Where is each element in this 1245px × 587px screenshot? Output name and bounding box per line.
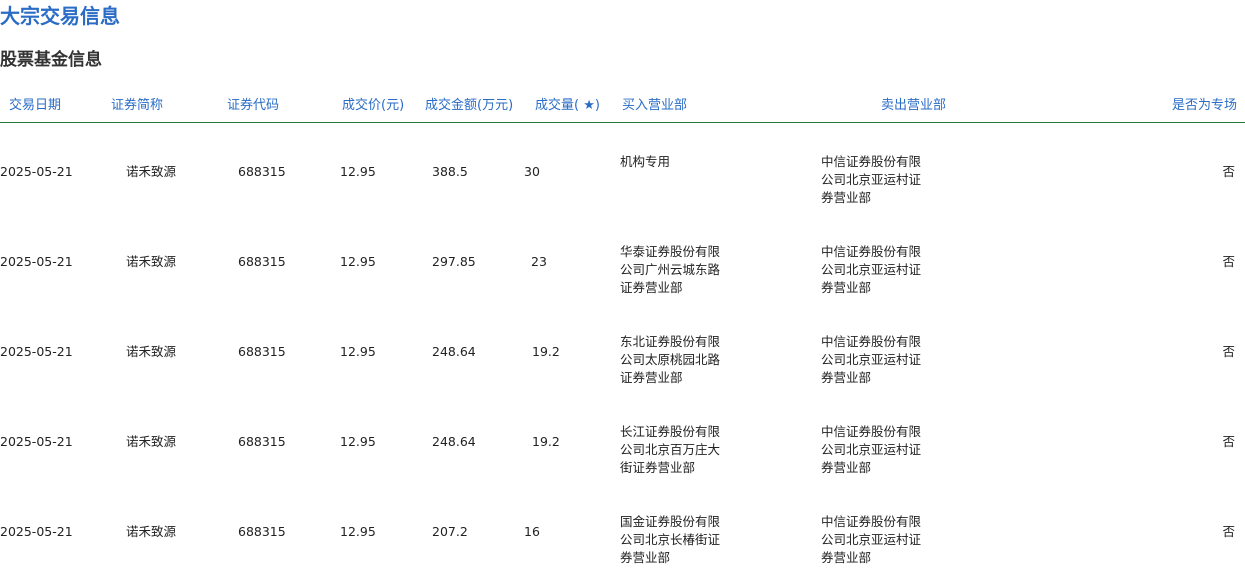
header-date[interactable]: 交易日期 xyxy=(9,96,61,116)
cell-code[interactable]: 688315 xyxy=(238,343,286,361)
cell-buyer: 机构专用 xyxy=(620,154,671,169)
cell-volume: 30 xyxy=(524,164,540,179)
header-buyer[interactable]: 买入营业部 xyxy=(622,96,687,116)
cell-seller: 中信证券股份有限公司北京亚运村证券营业部 xyxy=(821,424,922,475)
cell-seller: 中信证券股份有限公司北京亚运村证券营业部 xyxy=(821,244,922,295)
cell-price: 12.95 xyxy=(340,524,376,539)
header-amount[interactable]: 成交金额(万元) xyxy=(425,96,513,116)
header-name[interactable]: 证券简称 xyxy=(111,96,163,116)
cell-amount: 248.64 xyxy=(432,434,476,449)
header-price[interactable]: 成交价(元) xyxy=(342,96,404,116)
table-row: 2025-05-21 诺禾致源 688315 12.95 248.64 19.2… xyxy=(0,317,1245,407)
section-title: 股票基金信息 xyxy=(0,50,102,70)
cell-volume: 16 xyxy=(524,524,540,539)
cell-name[interactable]: 诺禾致源 xyxy=(126,343,176,361)
cell-code[interactable]: 688315 xyxy=(238,253,286,271)
cell-buyer: 长江证券股份有限公司北京百万庄大街证券营业部 xyxy=(620,424,721,475)
cell-price: 12.95 xyxy=(340,254,376,269)
cell-buyer: 国金证券股份有限公司北京长椿街证券营业部 xyxy=(620,514,721,565)
table-row: 2025-05-21 诺禾致源 688315 12.95 388.5 30 机构… xyxy=(0,137,1245,227)
cell-date: 2025-05-21 xyxy=(0,434,73,449)
cell-name[interactable]: 诺禾致源 xyxy=(126,433,176,451)
cell-special: 否 xyxy=(1222,344,1235,359)
cell-name[interactable]: 诺禾致源 xyxy=(126,523,176,541)
cell-amount: 248.64 xyxy=(432,344,476,359)
cell-amount: 388.5 xyxy=(432,164,468,179)
cell-seller: 中信证券股份有限公司北京亚运村证券营业部 xyxy=(821,154,922,205)
cell-code[interactable]: 688315 xyxy=(238,433,286,451)
cell-special: 否 xyxy=(1222,164,1235,179)
cell-code[interactable]: 688315 xyxy=(238,163,286,181)
table-header: 交易日期 证券简称 证券代码 成交价(元) 成交金额(万元) 成交量( ★) 买… xyxy=(0,96,1245,123)
page-title: 大宗交易信息 xyxy=(0,4,120,28)
table-row: 2025-05-21 诺禾致源 688315 12.95 248.64 19.2… xyxy=(0,407,1245,497)
cell-price: 12.95 xyxy=(340,164,376,179)
cell-amount: 297.85 xyxy=(432,254,476,269)
cell-name[interactable]: 诺禾致源 xyxy=(126,163,176,181)
cell-seller: 中信证券股份有限公司北京亚运村证券营业部 xyxy=(821,514,922,565)
cell-volume: 19.2 xyxy=(532,434,560,449)
cell-volume: 19.2 xyxy=(532,344,560,359)
cell-amount: 207.2 xyxy=(432,524,468,539)
cell-special: 否 xyxy=(1222,524,1235,539)
header-special[interactable]: 是否为专场 xyxy=(1172,96,1237,116)
cell-special: 否 xyxy=(1222,254,1235,269)
cell-date: 2025-05-21 xyxy=(0,164,73,179)
header-seller[interactable]: 卖出营业部 xyxy=(881,96,946,116)
table-row: 2025-05-21 诺禾致源 688315 12.95 297.85 23 华… xyxy=(0,227,1245,317)
cell-code[interactable]: 688315 xyxy=(238,523,286,541)
cell-name[interactable]: 诺禾致源 xyxy=(126,253,176,271)
cell-special: 否 xyxy=(1222,434,1235,449)
cell-date: 2025-05-21 xyxy=(0,524,73,539)
cell-buyer: 华泰证券股份有限公司广州云城东路证券营业部 xyxy=(620,244,721,295)
cell-date: 2025-05-21 xyxy=(0,344,73,359)
header-volume[interactable]: 成交量( ★) xyxy=(535,96,600,116)
cell-volume: 23 xyxy=(531,254,547,269)
cell-price: 12.95 xyxy=(340,344,376,359)
cell-date: 2025-05-21 xyxy=(0,254,73,269)
header-code[interactable]: 证券代码 xyxy=(227,96,279,116)
cell-buyer: 东北证券股份有限公司太原桃园北路证券营业部 xyxy=(620,334,721,385)
cell-seller: 中信证券股份有限公司北京亚运村证券营业部 xyxy=(821,334,922,385)
cell-price: 12.95 xyxy=(340,434,376,449)
